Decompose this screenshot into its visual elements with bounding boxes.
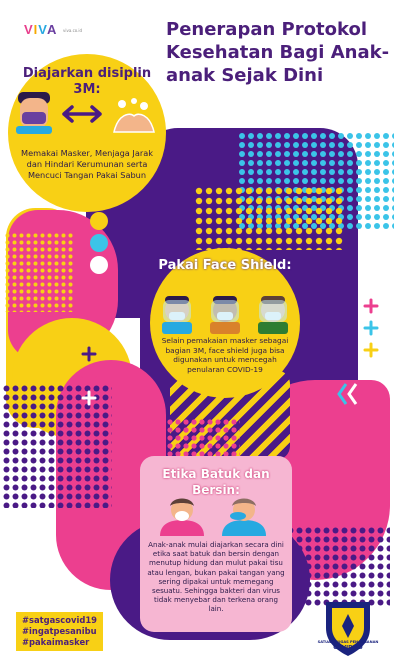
section2-title: Pakai Face Shield: [158,258,292,273]
section2-text: Selain pemakaian masker sebagai bagian 3… [161,336,289,374]
plus-icons-right [363,298,379,358]
logo-org-small: SATUAN TUGAS PENANGANAN [317,640,379,644]
cyan-dot [90,234,108,252]
masked-child-icon [16,92,52,134]
plus-icons-left [81,346,97,406]
hashtag-item: #pakaimasker [22,637,90,647]
logo-subtext: viva.co.id [63,28,83,33]
section3-title: Etika Batuk dan Bersin: [162,467,270,497]
handwash-icon [113,98,155,133]
chevron-pattern-icon [337,383,368,405]
section1-text: Memakai Masker, Menjaga Jarak dan Hindar… [21,148,153,180]
yellow-dot-pattern-left [4,232,74,312]
white-dot [90,256,108,274]
logo-org-big: COVID-19 [333,645,363,651]
hashtag-item: #ingatpesanibu [22,626,97,636]
yellow-dot [90,212,108,230]
sneezing-children-icon [160,498,266,536]
hashtag-item: #satgascovid19 [22,615,97,625]
distance-arrow-icon [62,105,102,123]
viva-logo: VIVA [24,22,58,37]
yellow-dot-pattern [194,186,344,250]
section3-text: Anak-anak mulai diajarkan secara dini et… [147,540,285,614]
page-title: Penerapan Protokol Kesehatan Bagi Anak-a… [166,19,390,86]
hashtag-box: #satgascovid19 #ingatpesanibu #pakaimask… [16,612,103,651]
face-shield-people-icon [162,296,288,334]
